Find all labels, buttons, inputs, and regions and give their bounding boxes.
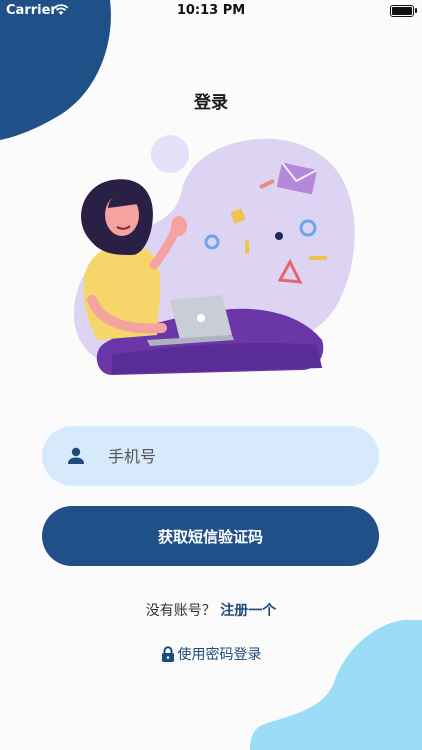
clock: 10:13 PM	[176, 3, 246, 18]
password-login-label: 使用密码登录	[177, 647, 262, 663]
register-prompt: 没有账号？ 注册一个	[0, 600, 422, 620]
battery-icon	[390, 5, 417, 17]
status-bar: Carrier 10:13 PM	[0, 0, 422, 22]
get-sms-code-label: 获取短信验证码	[157, 527, 263, 546]
get-sms-code-button[interactable]: 获取短信验证码	[42, 506, 379, 566]
phone-input[interactable]	[106, 445, 360, 467]
phone-input-field[interactable]	[42, 426, 379, 486]
user-icon	[68, 447, 84, 464]
no-account-text: 没有账号？	[145, 603, 216, 619]
login-illustration	[73, 135, 355, 375]
register-link[interactable]: 注册一个	[220, 603, 276, 619]
password-login-link[interactable]: 使用密码登录	[0, 644, 422, 664]
bottom-right-blob	[250, 620, 422, 750]
lock-icon	[161, 646, 174, 662]
page-title: 登录	[194, 93, 228, 113]
